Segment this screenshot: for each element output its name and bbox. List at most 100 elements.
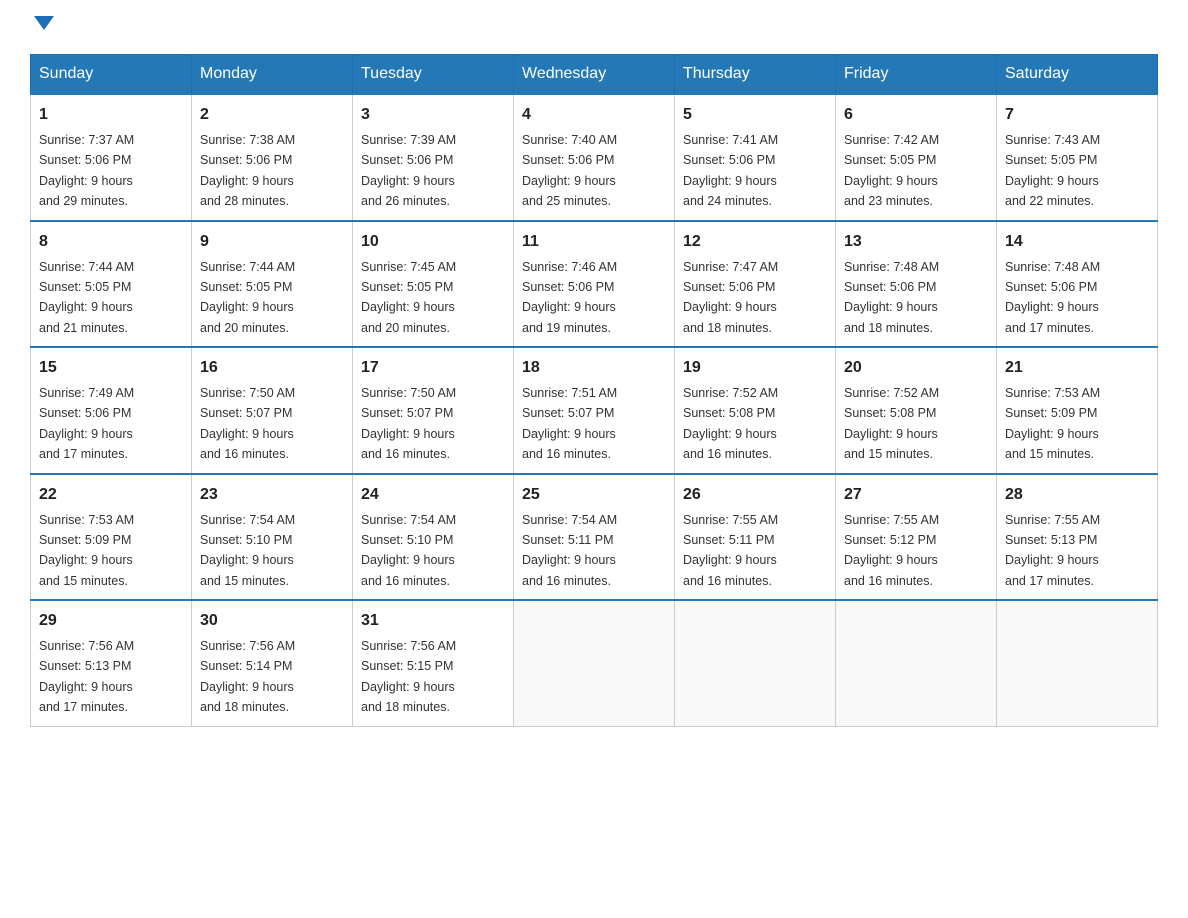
- day-number: 2: [200, 103, 344, 127]
- week-row-1: 1 Sunrise: 7:37 AMSunset: 5:06 PMDayligh…: [31, 94, 1158, 221]
- calendar-cell: 11 Sunrise: 7:46 AMSunset: 5:06 PMDaylig…: [514, 221, 675, 348]
- day-info: Sunrise: 7:50 AMSunset: 5:07 PMDaylight:…: [200, 386, 295, 461]
- week-row-2: 8 Sunrise: 7:44 AMSunset: 5:05 PMDayligh…: [31, 221, 1158, 348]
- day-number: 28: [1005, 483, 1149, 507]
- week-row-5: 29 Sunrise: 7:56 AMSunset: 5:13 PMDaylig…: [31, 600, 1158, 726]
- calendar-cell: 16 Sunrise: 7:50 AMSunset: 5:07 PMDaylig…: [192, 347, 353, 474]
- day-info: Sunrise: 7:50 AMSunset: 5:07 PMDaylight:…: [361, 386, 456, 461]
- logo: [30, 20, 54, 34]
- calendar-cell: 9 Sunrise: 7:44 AMSunset: 5:05 PMDayligh…: [192, 221, 353, 348]
- calendar-cell: 19 Sunrise: 7:52 AMSunset: 5:08 PMDaylig…: [675, 347, 836, 474]
- day-number: 26: [683, 483, 827, 507]
- calendar-cell: 21 Sunrise: 7:53 AMSunset: 5:09 PMDaylig…: [997, 347, 1158, 474]
- header-wednesday: Wednesday: [514, 55, 675, 95]
- day-info: Sunrise: 7:40 AMSunset: 5:06 PMDaylight:…: [522, 133, 617, 208]
- day-number: 11: [522, 230, 666, 254]
- calendar-cell: 5 Sunrise: 7:41 AMSunset: 5:06 PMDayligh…: [675, 94, 836, 221]
- calendar-cell: 17 Sunrise: 7:50 AMSunset: 5:07 PMDaylig…: [353, 347, 514, 474]
- day-number: 19: [683, 356, 827, 380]
- day-info: Sunrise: 7:56 AMSunset: 5:13 PMDaylight:…: [39, 639, 134, 714]
- day-number: 22: [39, 483, 183, 507]
- header-tuesday: Tuesday: [353, 55, 514, 95]
- calendar-cell: 22 Sunrise: 7:53 AMSunset: 5:09 PMDaylig…: [31, 474, 192, 601]
- calendar-cell: 1 Sunrise: 7:37 AMSunset: 5:06 PMDayligh…: [31, 94, 192, 221]
- header-thursday: Thursday: [675, 55, 836, 95]
- day-info: Sunrise: 7:56 AMSunset: 5:14 PMDaylight:…: [200, 639, 295, 714]
- day-number: 21: [1005, 356, 1149, 380]
- day-number: 5: [683, 103, 827, 127]
- day-info: Sunrise: 7:56 AMSunset: 5:15 PMDaylight:…: [361, 639, 456, 714]
- calendar-header-row: SundayMondayTuesdayWednesdayThursdayFrid…: [31, 55, 1158, 95]
- calendar-cell: [514, 600, 675, 726]
- day-info: Sunrise: 7:52 AMSunset: 5:08 PMDaylight:…: [683, 386, 778, 461]
- calendar-cell: 25 Sunrise: 7:54 AMSunset: 5:11 PMDaylig…: [514, 474, 675, 601]
- day-info: Sunrise: 7:54 AMSunset: 5:10 PMDaylight:…: [200, 513, 295, 588]
- page-header: [30, 20, 1158, 34]
- calendar-cell: 27 Sunrise: 7:55 AMSunset: 5:12 PMDaylig…: [836, 474, 997, 601]
- day-info: Sunrise: 7:55 AMSunset: 5:13 PMDaylight:…: [1005, 513, 1100, 588]
- header-monday: Monday: [192, 55, 353, 95]
- day-info: Sunrise: 7:44 AMSunset: 5:05 PMDaylight:…: [39, 260, 134, 335]
- day-info: Sunrise: 7:52 AMSunset: 5:08 PMDaylight:…: [844, 386, 939, 461]
- day-info: Sunrise: 7:41 AMSunset: 5:06 PMDaylight:…: [683, 133, 778, 208]
- day-info: Sunrise: 7:46 AMSunset: 5:06 PMDaylight:…: [522, 260, 617, 335]
- day-number: 7: [1005, 103, 1149, 127]
- day-number: 18: [522, 356, 666, 380]
- calendar-cell: 2 Sunrise: 7:38 AMSunset: 5:06 PMDayligh…: [192, 94, 353, 221]
- calendar-table: SundayMondayTuesdayWednesdayThursdayFrid…: [30, 54, 1158, 727]
- day-info: Sunrise: 7:37 AMSunset: 5:06 PMDaylight:…: [39, 133, 134, 208]
- day-info: Sunrise: 7:55 AMSunset: 5:11 PMDaylight:…: [683, 513, 778, 588]
- calendar-cell: 28 Sunrise: 7:55 AMSunset: 5:13 PMDaylig…: [997, 474, 1158, 601]
- day-number: 3: [361, 103, 505, 127]
- calendar-cell: 30 Sunrise: 7:56 AMSunset: 5:14 PMDaylig…: [192, 600, 353, 726]
- calendar-cell: 3 Sunrise: 7:39 AMSunset: 5:06 PMDayligh…: [353, 94, 514, 221]
- logo-triangle-icon: [34, 16, 54, 30]
- calendar-cell: 6 Sunrise: 7:42 AMSunset: 5:05 PMDayligh…: [836, 94, 997, 221]
- day-info: Sunrise: 7:51 AMSunset: 5:07 PMDaylight:…: [522, 386, 617, 461]
- day-number: 23: [200, 483, 344, 507]
- header-friday: Friday: [836, 55, 997, 95]
- calendar-cell: 13 Sunrise: 7:48 AMSunset: 5:06 PMDaylig…: [836, 221, 997, 348]
- week-row-4: 22 Sunrise: 7:53 AMSunset: 5:09 PMDaylig…: [31, 474, 1158, 601]
- day-number: 27: [844, 483, 988, 507]
- day-number: 31: [361, 609, 505, 633]
- day-info: Sunrise: 7:53 AMSunset: 5:09 PMDaylight:…: [39, 513, 134, 588]
- day-number: 17: [361, 356, 505, 380]
- calendar-cell: 8 Sunrise: 7:44 AMSunset: 5:05 PMDayligh…: [31, 221, 192, 348]
- day-number: 30: [200, 609, 344, 633]
- day-info: Sunrise: 7:42 AMSunset: 5:05 PMDaylight:…: [844, 133, 939, 208]
- calendar-cell: 15 Sunrise: 7:49 AMSunset: 5:06 PMDaylig…: [31, 347, 192, 474]
- calendar-cell: 18 Sunrise: 7:51 AMSunset: 5:07 PMDaylig…: [514, 347, 675, 474]
- day-info: Sunrise: 7:54 AMSunset: 5:11 PMDaylight:…: [522, 513, 617, 588]
- calendar-cell: 26 Sunrise: 7:55 AMSunset: 5:11 PMDaylig…: [675, 474, 836, 601]
- day-number: 8: [39, 230, 183, 254]
- day-number: 13: [844, 230, 988, 254]
- day-number: 20: [844, 356, 988, 380]
- header-sunday: Sunday: [31, 55, 192, 95]
- day-number: 24: [361, 483, 505, 507]
- day-info: Sunrise: 7:53 AMSunset: 5:09 PMDaylight:…: [1005, 386, 1100, 461]
- day-info: Sunrise: 7:48 AMSunset: 5:06 PMDaylight:…: [844, 260, 939, 335]
- day-number: 12: [683, 230, 827, 254]
- day-info: Sunrise: 7:43 AMSunset: 5:05 PMDaylight:…: [1005, 133, 1100, 208]
- day-number: 16: [200, 356, 344, 380]
- day-info: Sunrise: 7:47 AMSunset: 5:06 PMDaylight:…: [683, 260, 778, 335]
- calendar-cell: 10 Sunrise: 7:45 AMSunset: 5:05 PMDaylig…: [353, 221, 514, 348]
- day-number: 14: [1005, 230, 1149, 254]
- day-info: Sunrise: 7:38 AMSunset: 5:06 PMDaylight:…: [200, 133, 295, 208]
- day-info: Sunrise: 7:55 AMSunset: 5:12 PMDaylight:…: [844, 513, 939, 588]
- day-number: 9: [200, 230, 344, 254]
- day-info: Sunrise: 7:45 AMSunset: 5:05 PMDaylight:…: [361, 260, 456, 335]
- calendar-cell: [997, 600, 1158, 726]
- header-saturday: Saturday: [997, 55, 1158, 95]
- calendar-cell: [675, 600, 836, 726]
- day-number: 10: [361, 230, 505, 254]
- day-info: Sunrise: 7:54 AMSunset: 5:10 PMDaylight:…: [361, 513, 456, 588]
- day-number: 1: [39, 103, 183, 127]
- day-number: 4: [522, 103, 666, 127]
- day-number: 6: [844, 103, 988, 127]
- week-row-3: 15 Sunrise: 7:49 AMSunset: 5:06 PMDaylig…: [31, 347, 1158, 474]
- day-number: 15: [39, 356, 183, 380]
- day-info: Sunrise: 7:49 AMSunset: 5:06 PMDaylight:…: [39, 386, 134, 461]
- calendar-cell: 7 Sunrise: 7:43 AMSunset: 5:05 PMDayligh…: [997, 94, 1158, 221]
